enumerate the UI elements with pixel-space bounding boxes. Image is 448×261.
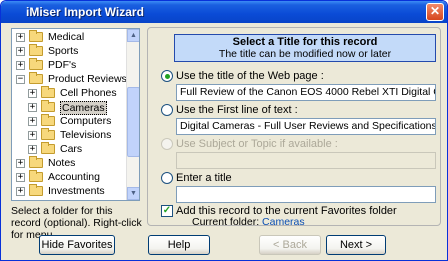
tree-scrollbar[interactable]: ▲ ▼: [126, 29, 139, 200]
expand-plus-icon[interactable]: +: [28, 117, 37, 126]
tree-item-label[interactable]: Sports: [48, 45, 78, 57]
enter-title-radio[interactable]: [161, 172, 173, 184]
tree-item-label[interactable]: Accounting: [48, 171, 100, 183]
folder-icon: [29, 170, 43, 182]
expand-plus-icon[interactable]: +: [16, 187, 25, 196]
tree-item-label[interactable]: Medical: [48, 31, 84, 43]
expand-plus-icon[interactable]: +: [28, 89, 37, 98]
web-title-radio[interactable]: [161, 70, 173, 82]
folder-icon: [29, 58, 43, 70]
expand-plus-icon[interactable]: +: [28, 103, 37, 112]
expand-plus-icon[interactable]: +: [16, 33, 25, 42]
title-bar[interactable]: iMiser Import Wizard ✕: [1, 1, 447, 23]
enter-title-label[interactable]: Enter a title: [176, 172, 232, 184]
folder-icon: [29, 156, 43, 168]
hide-favorites-button[interactable]: Hide Favorites: [39, 235, 115, 255]
tree-item-label[interactable]: PDF's: [48, 59, 76, 71]
collapse-minus-icon[interactable]: −: [16, 75, 25, 84]
folder-icon: [41, 100, 55, 112]
tree-item-label[interactable]: Televisions: [60, 129, 111, 141]
help-button[interactable]: Help: [148, 235, 210, 255]
expand-plus-icon[interactable]: +: [16, 61, 25, 70]
web-title-label[interactable]: Use the title of the Web page :: [176, 70, 324, 82]
next-button[interactable]: Next >: [326, 235, 386, 255]
back-button: < Back: [259, 235, 321, 255]
folder-icon: [41, 114, 55, 126]
current-folder-value: Cameras: [262, 216, 305, 228]
tree-item-label[interactable]: Computers: [60, 115, 111, 127]
scroll-up-arrow-icon[interactable]: ▲: [127, 29, 139, 42]
current-folder-line: Current folder: Cameras: [192, 216, 305, 228]
window-title: iMiser Import Wizard: [26, 5, 144, 19]
expand-plus-icon[interactable]: +: [28, 131, 37, 140]
first-line-field[interactable]: Digital Cameras - Full User Reviews and …: [176, 118, 436, 135]
scroll-thumb[interactable]: [127, 87, 139, 157]
folder-icon: [41, 142, 55, 154]
expand-plus-icon[interactable]: +: [16, 173, 25, 182]
tree-item-label[interactable]: Product Reviews: [48, 73, 127, 85]
subject-radio: [161, 138, 173, 150]
add-to-favorites-checkbox[interactable]: ✓: [161, 205, 173, 217]
tree-item-label[interactable]: Investments: [48, 185, 105, 197]
folder-icon: [41, 128, 55, 140]
import-wizard-window: iMiser Import Wizard ✕ + Medical + Sports + P…: [0, 0, 448, 261]
panel-header: Select a Title for this record The title…: [174, 34, 436, 62]
expand-plus-icon[interactable]: +: [28, 145, 37, 154]
tree-item-label[interactable]: Cars: [60, 143, 82, 155]
first-line-radio[interactable]: [161, 104, 173, 116]
enter-title-field[interactable]: [176, 186, 436, 203]
folder-icon: [29, 72, 43, 84]
close-button[interactable]: ✕: [426, 3, 444, 21]
folder-icon: [41, 86, 55, 98]
folder-icon: [29, 44, 43, 56]
panel-header-title: Select a Title for this record: [232, 36, 378, 48]
tree-item-label[interactable]: Cameras: [60, 101, 107, 115]
expand-plus-icon[interactable]: +: [16, 47, 25, 56]
expand-plus-icon[interactable]: +: [16, 159, 25, 168]
current-folder-label: Current folder:: [192, 216, 260, 228]
scroll-down-arrow-icon[interactable]: ▼: [127, 187, 139, 200]
tree-item-label[interactable]: Notes: [48, 157, 75, 169]
folder-icon: [29, 30, 43, 42]
folder-tree[interactable]: + Medical + Sports + PDF's − Product Reviews + Ce…: [11, 28, 140, 201]
subject-label: Use Subject or Topic if available :: [176, 138, 338, 150]
first-line-label[interactable]: Use the First line of text :: [176, 104, 298, 116]
tree-item-label[interactable]: Cell Phones: [60, 87, 117, 99]
panel-header-subtitle: The title can be modified now or later: [218, 48, 392, 60]
title-options-panel: Select a Title for this record The title…: [147, 27, 441, 228]
folder-icon: [29, 184, 43, 196]
subject-field: [176, 152, 436, 169]
web-title-field[interactable]: Full Review of the Canon EOS 4000 Rebel …: [176, 84, 436, 101]
